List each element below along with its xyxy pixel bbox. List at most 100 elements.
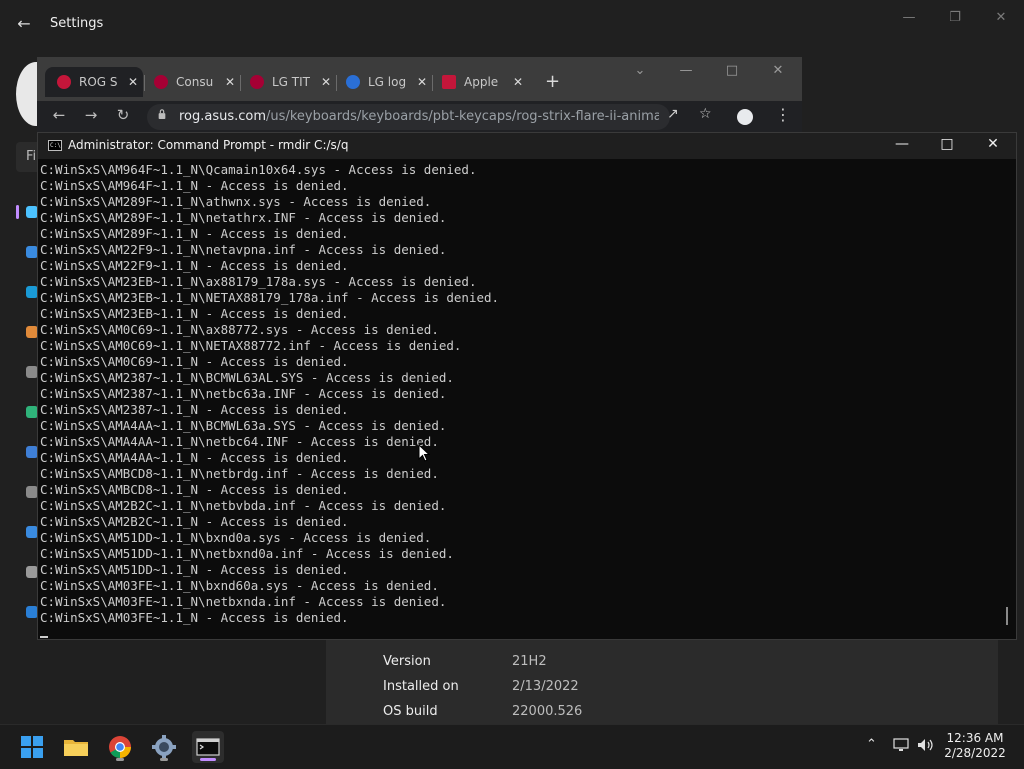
- new-tab-button[interactable]: +: [545, 71, 560, 92]
- text-cursor: [40, 636, 48, 638]
- settings-close-button[interactable]: ✕: [986, 8, 1016, 28]
- active-indicator: [200, 758, 216, 761]
- chrome-maximize-button[interactable]: □: [717, 63, 747, 78]
- about-value: 22000.526: [512, 704, 583, 719]
- tab-lg-log[interactable]: LG log ✕: [334, 67, 430, 97]
- console-output[interactable]: C:WinSxS\AM964F~1.1_N\Qcamain10x64.sys -…: [40, 162, 990, 632]
- tab-lg-title[interactable]: LG TIT ✕: [238, 67, 334, 97]
- tab-consumer[interactable]: Consu ✕: [142, 67, 238, 97]
- close-icon[interactable]: ✕: [512, 75, 524, 89]
- about-label: Version: [383, 654, 431, 669]
- cmd-minimize-button[interactable]: —: [887, 136, 917, 152]
- settings-restore-button[interactable]: ❐: [940, 8, 970, 28]
- console-line: C:WinSxS\AM51DD~1.1_N\bxnd0a.sys - Acces…: [40, 530, 432, 545]
- forward-icon[interactable]: →: [81, 106, 101, 124]
- tab-label: ROG S: [79, 75, 118, 89]
- bookmark-star-icon[interactable]: ☆: [699, 106, 712, 122]
- lg-favicon-icon: [250, 75, 264, 89]
- back-arrow-icon[interactable]: ←: [14, 14, 34, 34]
- console-line: C:WinSxS\AM964F~1.1_N\Qcamain10x64.sys -…: [40, 162, 477, 177]
- about-label: OS build: [383, 704, 438, 719]
- console-line: C:WinSxS\AM51DD~1.1_N\netbxnd0a.inf - Ac…: [40, 546, 454, 561]
- about-value: 21H2: [512, 654, 547, 669]
- cmd-close-button[interactable]: ✕: [978, 136, 1008, 152]
- tab-strip: ROG S ✕ Consu ✕ LG TIT ✕ LG log ✕ Apple …: [37, 57, 802, 101]
- globe-favicon-icon: [346, 75, 360, 89]
- console-line: C:WinSxS\AM03FE~1.1_N - Access is denied…: [40, 610, 349, 625]
- url-text[interactable]: rog.asus.com/us/keyboards/keyboards/pbt-…: [179, 109, 659, 124]
- folder-icon: [64, 740, 88, 756]
- apple-favicon-icon: [442, 75, 456, 89]
- settings-minimize-button[interactable]: —: [894, 8, 924, 28]
- settings-title: Settings: [50, 16, 104, 31]
- console-line: C:WinSxS\AM23EB~1.1_N\NETAX88179_178a.in…: [40, 290, 500, 305]
- running-indicator: [116, 758, 124, 761]
- console-line: C:WinSxS\AM23EB~1.1_N - Access is denied…: [40, 306, 349, 321]
- clock-date: 2/28/2022: [944, 746, 1006, 760]
- console-line: C:WinSxS\AM0C69~1.1_N\NETAX88772.inf - A…: [40, 338, 462, 353]
- profile-avatar-icon[interactable]: [737, 109, 753, 125]
- close-icon[interactable]: ✕: [416, 75, 428, 89]
- settings-titlebar: ← Settings — ❐ ✕: [0, 0, 1024, 48]
- tab-search-chevron-down-icon[interactable]: ⌄: [625, 63, 655, 78]
- system-clock[interactable]: 12:36 AM 2/28/2022: [930, 731, 1020, 761]
- console-line: C:WinSxS\AM03FE~1.1_N\bxnd60a.sys - Acce…: [40, 578, 439, 593]
- chrome-close-button[interactable]: ✕: [763, 63, 793, 78]
- taskbar: ⌃ 12:36 AM 2/28/2022: [0, 724, 1024, 769]
- console-line: C:WinSxS\AMA4AA~1.1_N\BCMWL63a.SYS - Acc…: [40, 418, 447, 433]
- back-icon[interactable]: ←: [49, 106, 69, 124]
- console-line: C:WinSxS\AM51DD~1.1_N - Access is denied…: [40, 562, 349, 577]
- about-value: 2/13/2022: [512, 679, 579, 694]
- start-button[interactable]: [16, 731, 48, 763]
- console-line: C:WinSxS\AMBCD8~1.1_N - Access is denied…: [40, 482, 349, 497]
- rog-favicon-icon: [57, 75, 71, 89]
- console-line: C:WinSxS\AM03FE~1.1_N\netbxnda.inf - Acc…: [40, 594, 447, 609]
- show-hidden-icons-chevron-up-icon[interactable]: ⌃: [866, 737, 877, 752]
- cmd-app-icon: C:\: [48, 140, 62, 151]
- console-line: C:WinSxS\AM0C69~1.1_N - Access is denied…: [40, 354, 349, 369]
- kebab-menu-icon[interactable]: ⋮: [775, 105, 791, 124]
- terminal-taskbar-button[interactable]: [192, 731, 224, 763]
- console-line: C:WinSxS\AM2387~1.1_N - Access is denied…: [40, 402, 349, 417]
- console-line: C:WinSxS\AMA4AA~1.1_N\netbc64.INF - Acce…: [40, 434, 439, 449]
- address-bar[interactable]: rog.asus.com/us/keyboards/keyboards/pbt-…: [147, 104, 670, 130]
- url-path: /us/keyboards/keyboards/pbt-keycaps/rog-…: [266, 109, 659, 124]
- chrome-taskbar-button[interactable]: [104, 731, 136, 763]
- close-icon[interactable]: ✕: [127, 75, 139, 89]
- command-prompt-window: C:\ Administrator: Command Prompt - rmdi…: [37, 132, 1017, 640]
- console-line: C:WinSxS\AM2387~1.1_N\BCMWL63AL.SYS - Ac…: [40, 370, 454, 385]
- file-explorer-button[interactable]: [60, 731, 92, 763]
- reload-icon[interactable]: ↻: [113, 106, 133, 124]
- nav-selection-indicator: [16, 205, 19, 219]
- console-line: C:WinSxS\AM289F~1.1_N - Access is denied…: [40, 226, 349, 241]
- console-line: C:WinSxS\AM23EB~1.1_N\ax88179_178a.sys -…: [40, 274, 477, 289]
- console-line: C:WinSxS\AM2B2C~1.1_N\netbvbda.inf - Acc…: [40, 498, 447, 513]
- windows-logo-icon: [21, 736, 43, 758]
- chrome-minimize-button[interactable]: —: [671, 63, 701, 78]
- tab-label: Consu: [176, 75, 214, 89]
- close-icon[interactable]: ✕: [320, 75, 332, 89]
- console-line: C:WinSxS\AM964F~1.1_N - Access is denied…: [40, 178, 349, 193]
- console-line: C:WinSxS\AM2B2C~1.1_N - Access is denied…: [40, 514, 349, 529]
- windows-specifications-panel: Version 21H2 Installed on 2/13/2022 OS b…: [326, 640, 998, 724]
- cmd-maximize-button[interactable]: □: [932, 136, 962, 152]
- cmd-titlebar: C:\ Administrator: Command Prompt - rmdi…: [38, 133, 1016, 159]
- console-line: C:WinSxS\AM22F9~1.1_N\netavpna.inf - Acc…: [40, 242, 447, 257]
- settings-taskbar-button[interactable]: [148, 731, 180, 763]
- url-host: rog.asus.com: [179, 109, 267, 124]
- mouse-pointer-icon: [418, 444, 430, 462]
- tab-rog[interactable]: ROG S ✕: [45, 67, 143, 97]
- running-indicator: [160, 758, 168, 761]
- share-icon[interactable]: ↗: [667, 106, 679, 122]
- tab-apple[interactable]: Apple ✕: [430, 67, 526, 97]
- scrollbar-thumb[interactable]: [1006, 607, 1008, 625]
- console-line: C:WinSxS\AM2387~1.1_N\netbc63a.INF - Acc…: [40, 386, 447, 401]
- chrome-window: ROG S ✕ Consu ✕ LG TIT ✕ LG log ✕ Apple …: [37, 57, 802, 132]
- network-icon[interactable]: [893, 737, 909, 753]
- clock-time: 12:36 AM: [946, 731, 1004, 745]
- tab-label: LG log: [368, 75, 407, 89]
- chrome-toolbar: ← → ↻ rog.asus.com/us/keyboards/keyboard…: [37, 101, 802, 132]
- console-line: C:WinSxS\AM0C69~1.1_N\ax88772.sys - Acce…: [40, 322, 439, 337]
- console-line: C:WinSxS\AM289F~1.1_N\netathrx.INF - Acc…: [40, 210, 447, 225]
- close-icon[interactable]: ✕: [224, 75, 236, 89]
